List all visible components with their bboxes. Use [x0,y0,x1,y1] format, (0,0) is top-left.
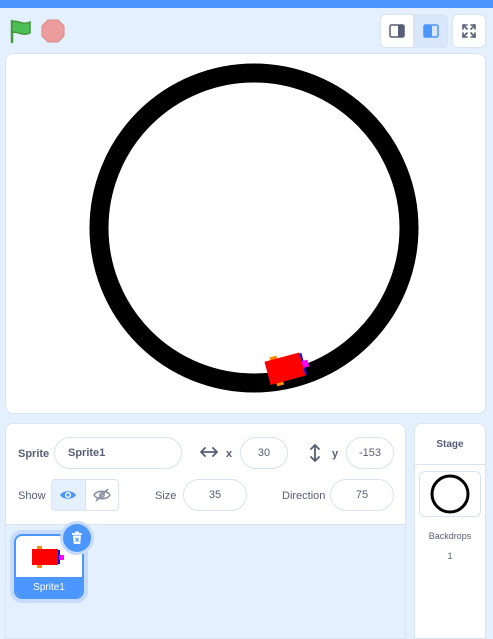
circular-track [89,63,419,393]
hide-sprite-button[interactable] [86,480,119,510]
x-input[interactable]: 30 [240,437,288,469]
show-sprite-button[interactable] [52,480,86,510]
backdrops-count: 1 [447,551,453,561]
vertical-arrows-icon [310,444,320,462]
small-stage-icon [389,24,405,38]
direction-label: Direction [282,490,326,502]
y-label: y [332,448,339,460]
large-stage-icon [423,24,439,38]
backdrop-thumbnail[interactable] [419,471,481,517]
sprite-label: Sprite [18,448,50,460]
eye-icon [60,491,77,499]
size-label: Size [155,490,177,502]
fullscreen-icon [462,24,476,38]
large-stage-button[interactable] [414,14,448,48]
stage-canvas[interactable] [5,53,486,414]
direction-input[interactable]: 75 [330,479,394,511]
eye-hidden-icon [92,488,111,502]
fullscreen-button[interactable] [452,14,486,48]
sprite-tile-name: Sprite1 [16,577,82,597]
green-flag-icon[interactable] [8,18,34,44]
y-input[interactable]: -153 [346,437,394,469]
size-input[interactable]: 35 [183,479,247,511]
backdrops-label: Backdrops [428,531,472,541]
x-label: x [226,448,233,460]
stage-title: Stage [415,424,485,465]
horizontal-arrows-icon [200,447,218,457]
delete-sprite-button[interactable] [63,524,91,552]
visibility-toggle [51,479,119,511]
trash-icon [72,531,82,544]
sprite-name-input[interactable]: Sprite1 [54,437,182,469]
sprite-info-panel: Sprite Sprite1 x 30 y -153 Show Size 35 … [5,423,406,524]
stage-selector-pane[interactable]: Stage Backdrops 1 [414,423,486,639]
menu-bar-edge [0,0,493,8]
show-label: Show [18,490,46,502]
stop-icon[interactable] [41,19,65,43]
small-stage-button[interactable] [380,14,414,48]
